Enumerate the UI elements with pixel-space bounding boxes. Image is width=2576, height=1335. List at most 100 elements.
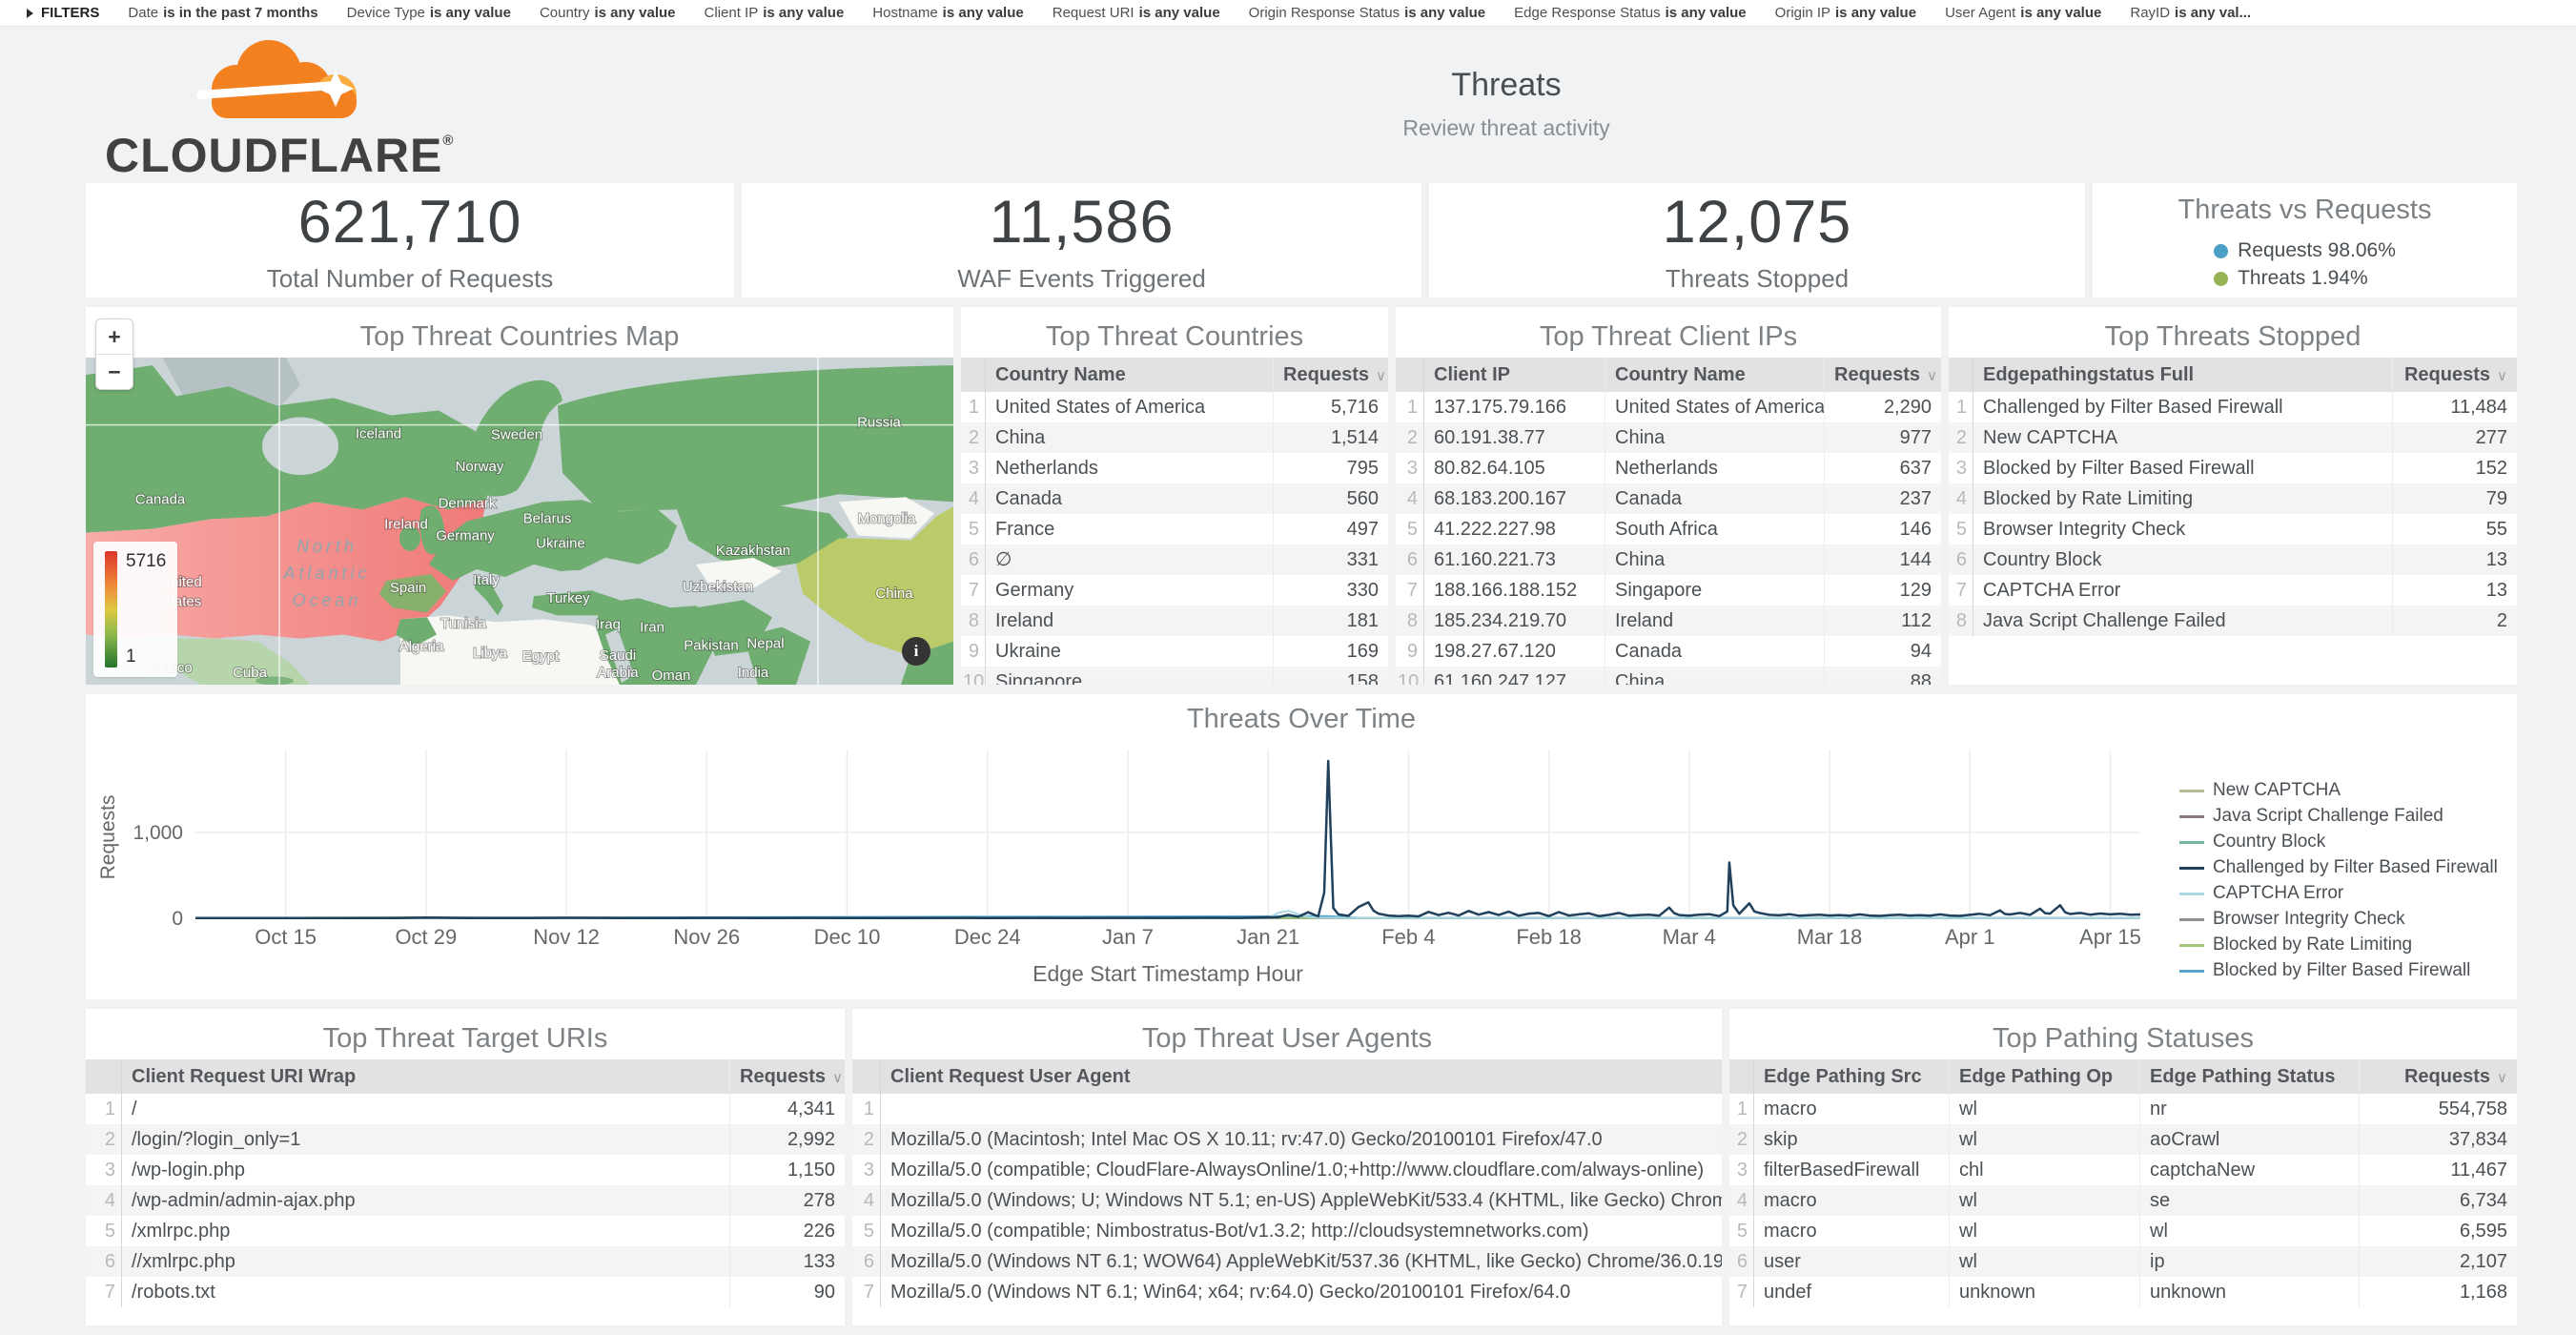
top-threat-client-ips-panel: Top Threat Client IPs Client IPCountry N…: [1396, 307, 1941, 685]
table-row: 8Java Script Challenge Failed2: [1949, 606, 2517, 636]
cell: macro: [1754, 1094, 1950, 1124]
legend-item[interactable]: Browser Integrity Check: [2179, 909, 2498, 930]
map-label: Sweden: [491, 427, 542, 443]
table-row: 7Germany330: [961, 575, 1388, 606]
column-header[interactable]: Country Name: [986, 358, 1274, 392]
column-header[interactable]: Requests∨: [1825, 358, 1941, 392]
cell: 5: [1729, 1216, 1754, 1246]
cell: 61.160.221.73: [1424, 544, 1605, 575]
threats-over-time-panel: Threats Over Time Oct 15Oct 29Nov 12Nov …: [86, 694, 2517, 999]
table-body[interactable]: 12Mozilla/5.0 (Macintosh; Intel Mac OS X…: [852, 1094, 1722, 1307]
filter-field: Device Type: [347, 5, 425, 21]
column-header[interactable]: Requests∨: [2360, 1059, 2517, 1094]
filter-item[interactable]: Origin Response Statusis any value: [1249, 5, 1485, 21]
cell: 11,467: [2360, 1155, 2517, 1185]
column-header[interactable]: Requests∨: [730, 1059, 845, 1094]
cell: 2: [852, 1124, 881, 1155]
cell: Ireland: [986, 606, 1274, 636]
legend-label: New CAPTCHA: [2213, 780, 2341, 801]
cell: 6: [961, 544, 986, 575]
cell: 1: [1396, 392, 1424, 422]
filter-item[interactable]: Origin IPis any value: [1775, 5, 1916, 21]
legend-item[interactable]: Blocked by Filter Based Firewall: [2179, 960, 2498, 981]
panel-title: Top Threat Client IPs: [1396, 318, 1941, 355]
column-header[interactable]: Country Name: [1605, 358, 1825, 392]
sort-chevron-icon: ∨: [1376, 368, 1386, 384]
column-header[interactable]: [1729, 1059, 1754, 1094]
filter-item[interactable]: Edge Response Statusis any value: [1514, 5, 1747, 21]
cell: unknown: [2140, 1277, 2360, 1307]
top-threat-client-ips-table: Client IPCountry NameRequests∨1137.175.7…: [1396, 358, 1941, 685]
world-map[interactable]: CanadaUnitedStatesMexicoCubaIcelandIrela…: [86, 358, 953, 685]
zoom-out-button[interactable]: −: [96, 354, 133, 389]
legend-item[interactable]: Challenged by Filter Based Firewall: [2179, 857, 2498, 878]
column-header[interactable]: Requests∨: [2393, 358, 2517, 392]
table-body[interactable]: 1/4,3412/login/?login_only=12,9923/wp-lo…: [86, 1094, 845, 1307]
filter-item[interactable]: Device Typeis any value: [347, 5, 511, 21]
cell: Country Block: [1973, 544, 2393, 575]
cell: 560: [1274, 483, 1388, 514]
column-header[interactable]: Edge Pathing Op: [1950, 1059, 2140, 1094]
top-threat-target-uris-table: Client Request URI WrapRequests∨1/4,3412…: [86, 1059, 845, 1307]
legend-line-icon: [2179, 815, 2204, 818]
legend-item[interactable]: New CAPTCHA: [2179, 780, 2498, 801]
table-row: 4Mozilla/5.0 (Windows; U; Windows NT 5.1…: [852, 1185, 1722, 1216]
legend-item[interactable]: Country Block: [2179, 832, 2498, 852]
map-label: Ireland: [384, 517, 428, 533]
zoom-in-button[interactable]: +: [96, 319, 133, 354]
table-body[interactable]: 1137.175.79.166United States of America2…: [1396, 392, 1941, 685]
legend-dot-icon: [2214, 244, 2228, 258]
legend-item[interactable]: Java Script Challenge Failed: [2179, 806, 2498, 827]
legend-item[interactable]: CAPTCHA Error: [2179, 883, 2498, 904]
filter-value: is any value: [594, 5, 675, 21]
cell: 554,758: [2360, 1094, 2517, 1124]
cell: 7: [1949, 575, 1973, 606]
column-header[interactable]: Client IP: [1424, 358, 1605, 392]
table-body[interactable]: 1macrowlnr554,7582skipwlaoCrawl37,8343fi…: [1729, 1094, 2517, 1307]
filter-item[interactable]: Request URIis any value: [1053, 5, 1220, 21]
column-header[interactable]: Edge Pathing Status: [2140, 1059, 2360, 1094]
column-header[interactable]: Edgepathingstatus Full: [1973, 358, 2393, 392]
table-body[interactable]: 1United States of America5,7162China1,51…: [961, 392, 1388, 685]
column-header[interactable]: [852, 1059, 881, 1094]
column-header[interactable]: Requests∨: [1274, 358, 1388, 392]
filter-item[interactable]: Client IPis any value: [705, 5, 845, 21]
cell: 977: [1825, 422, 1941, 453]
filters-toggle[interactable]: FILTERS: [27, 5, 99, 21]
cell: 7: [852, 1277, 881, 1307]
filter-item[interactable]: User Agentis any value: [1945, 5, 2101, 21]
column-header[interactable]: Client Request URI Wrap: [122, 1059, 730, 1094]
column-header[interactable]: Client Request User Agent: [881, 1059, 1722, 1094]
cell: 169: [1274, 636, 1388, 667]
cell: China: [1605, 422, 1825, 453]
cell: 3: [961, 453, 986, 483]
stats-row: 621,710 Total Number of Requests 11,586 …: [86, 183, 2517, 298]
filter-value: is any val...: [2175, 5, 2251, 21]
cell: 6: [1729, 1246, 1754, 1277]
legend-label: CAPTCHA Error: [2213, 883, 2343, 904]
cell: China: [1605, 544, 1825, 575]
filter-item[interactable]: Hostnameis any value: [872, 5, 1023, 21]
column-header[interactable]: [1396, 358, 1424, 392]
table-body[interactable]: 1Challenged by Filter Based Firewall11,4…: [1949, 392, 2517, 636]
filter-item[interactable]: Countryis any value: [540, 5, 676, 21]
legend-item[interactable]: Requests 98.06%: [2214, 239, 2396, 262]
column-header[interactable]: Edge Pathing Src: [1754, 1059, 1950, 1094]
column-header[interactable]: [961, 358, 986, 392]
filter-value: is any value: [2020, 5, 2101, 21]
cell: 8: [1949, 606, 1973, 636]
map-info-button[interactable]: i: [902, 637, 930, 666]
cell: 133: [730, 1246, 845, 1277]
filter-value: is any value: [763, 5, 844, 21]
column-header[interactable]: [1949, 358, 1973, 392]
legend-item[interactable]: Blocked by Rate Limiting: [2179, 934, 2498, 955]
legend-line-icon: [2179, 970, 2204, 973]
filter-item[interactable]: Dateis in the past 7 months: [128, 5, 317, 21]
cell: 5: [1949, 514, 1973, 544]
column-header[interactable]: [86, 1059, 122, 1094]
filter-item[interactable]: RayIDis any val...: [2130, 5, 2251, 21]
legend-item[interactable]: Threats 1.94%: [2214, 267, 2396, 290]
cell: 1: [86, 1094, 122, 1124]
threats-over-time-chart[interactable]: Oct 15Oct 29Nov 12Nov 26Dec 10Dec 24Jan …: [86, 694, 2517, 999]
cell: 5: [852, 1216, 881, 1246]
